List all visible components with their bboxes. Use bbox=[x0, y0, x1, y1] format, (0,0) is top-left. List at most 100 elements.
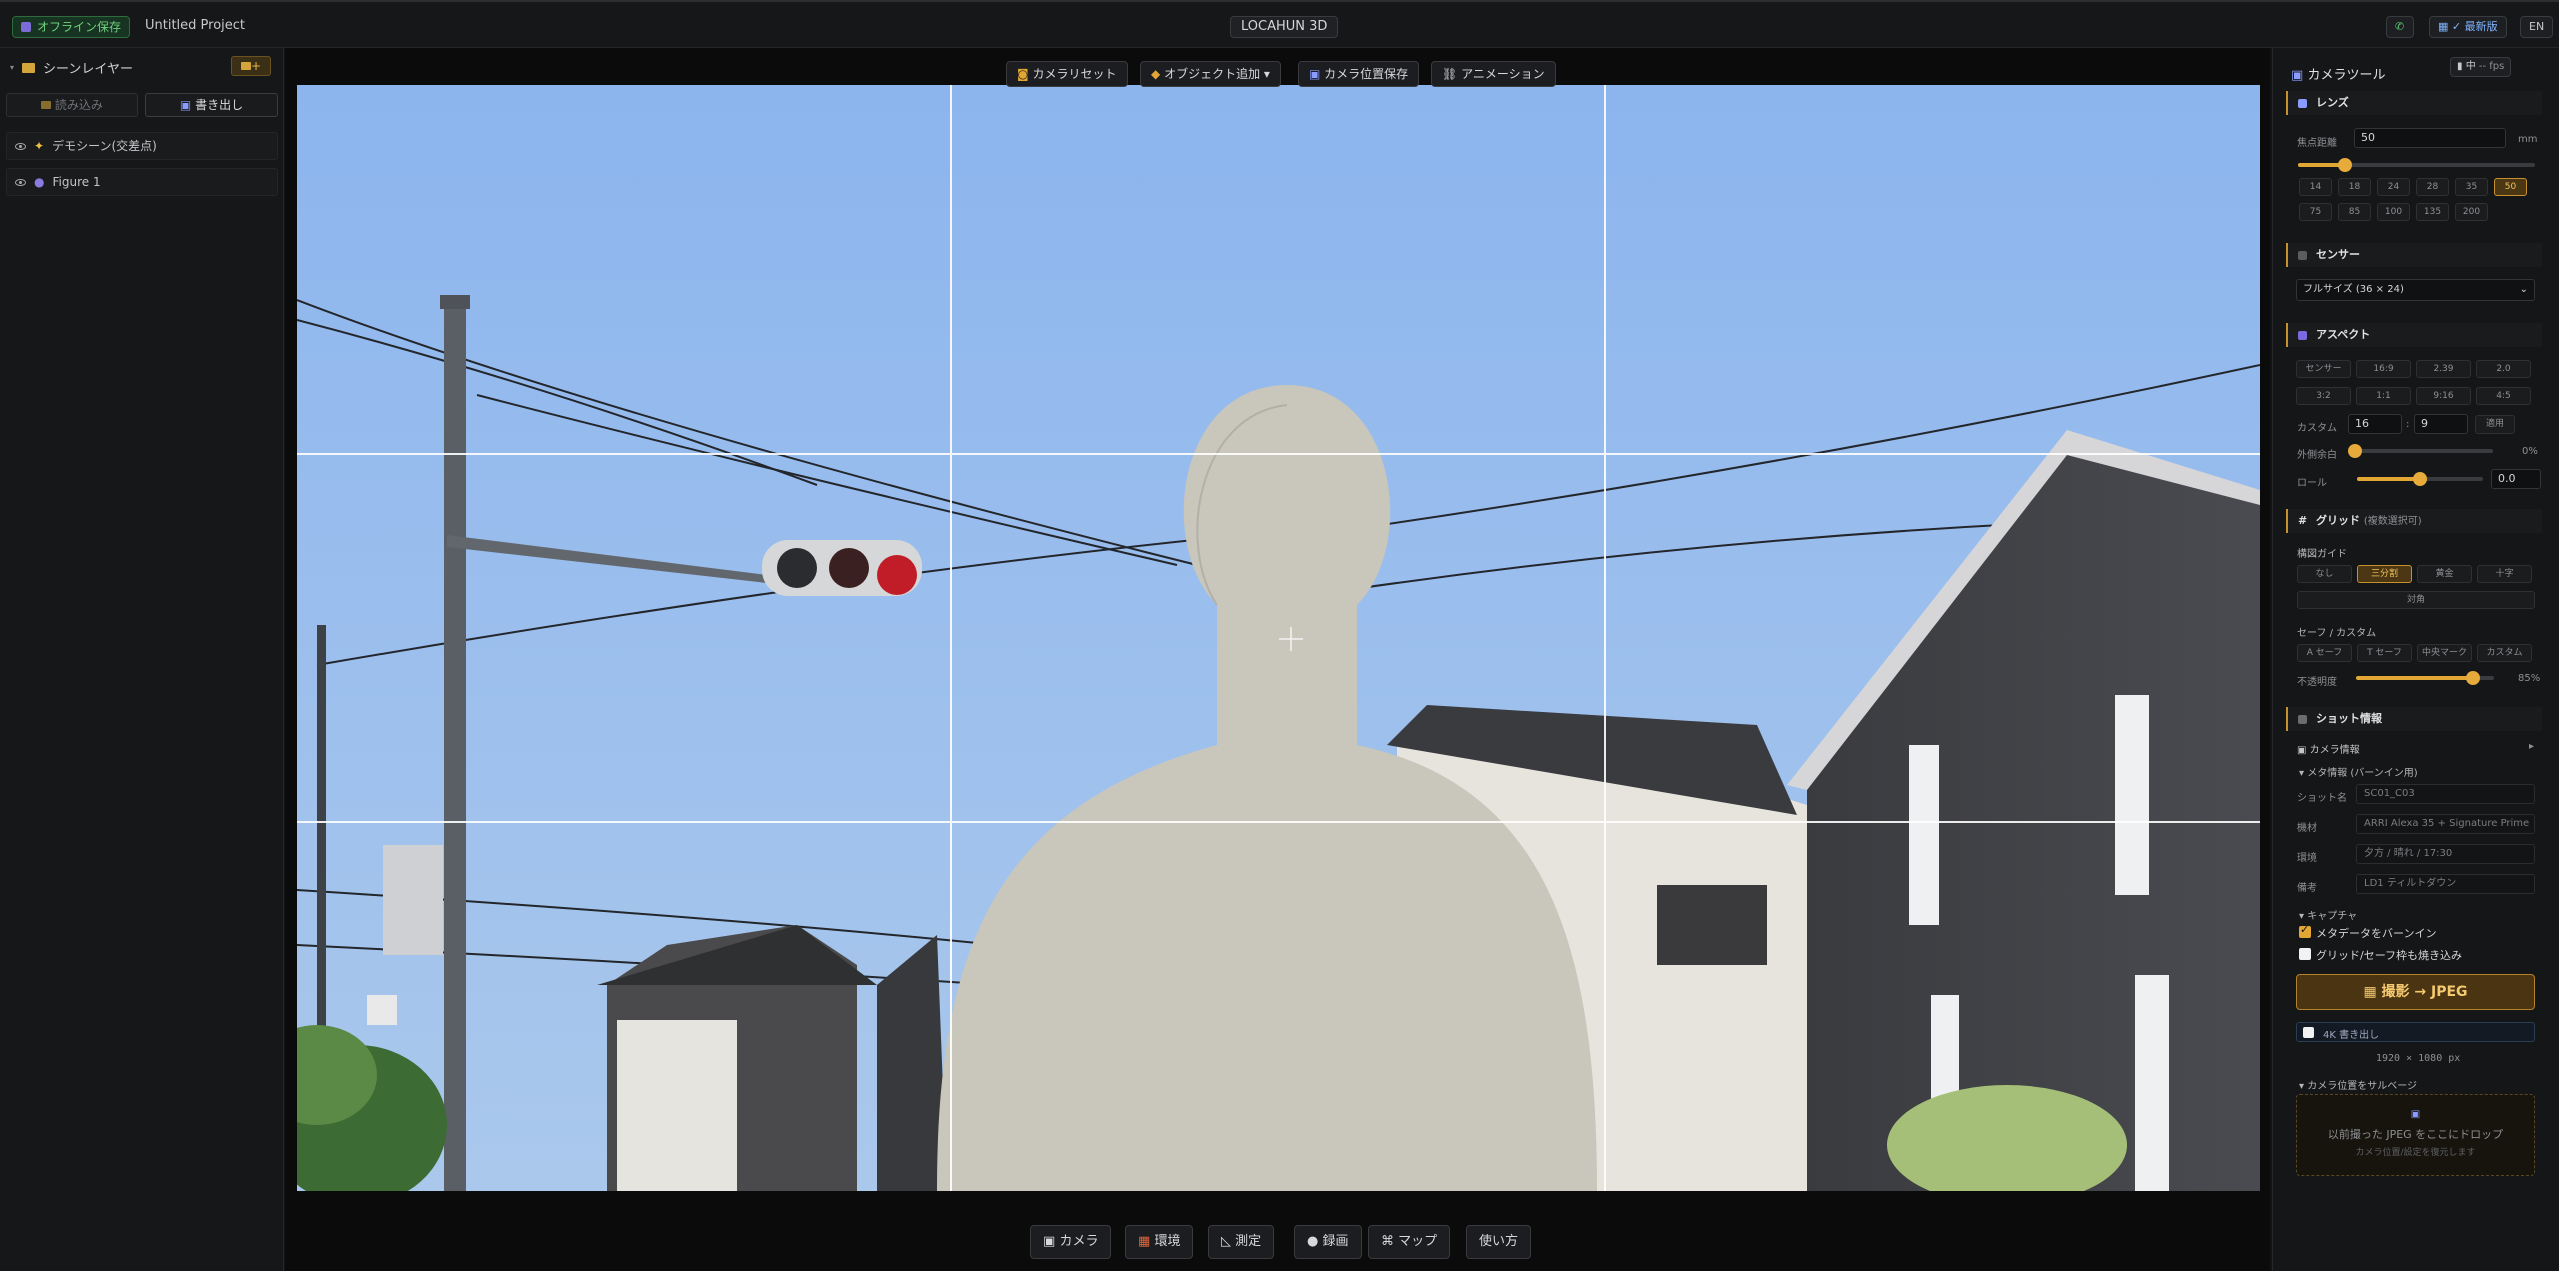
aspect-option-button[interactable]: 3:2 bbox=[2296, 387, 2351, 405]
focal-preset-button[interactable]: 75 bbox=[2299, 203, 2332, 221]
diagonal-guide-button[interactable]: 対角 bbox=[2297, 591, 2535, 609]
aspect-option-button[interactable]: 2.39 bbox=[2416, 360, 2471, 378]
aspect-option-button[interactable]: 4:5 bbox=[2476, 387, 2531, 405]
focal-preset-button[interactable]: 14 bbox=[2299, 178, 2332, 196]
environment-tab[interactable]: ▦ 環境 bbox=[1125, 1225, 1194, 1259]
aspect-section-header[interactable]: アスペクト bbox=[2286, 323, 2542, 347]
camera-tab[interactable]: ▣ カメラ bbox=[1030, 1225, 1112, 1259]
roll-input[interactable]: 0.0 bbox=[2491, 469, 2541, 489]
load-button[interactable]: 読み込み bbox=[6, 93, 138, 117]
roll-slider-knob[interactable] bbox=[2413, 472, 2427, 486]
camera-tools-title: ▣ カメラツール bbox=[2291, 64, 2385, 83]
export-4k-toggle[interactable]: 4K 書き出し bbox=[2296, 1022, 2535, 1042]
aspect-option-button[interactable]: 1:1 bbox=[2356, 387, 2411, 405]
load-label: 読み込み bbox=[54, 98, 103, 112]
project-name[interactable]: Untitled Project bbox=[145, 18, 245, 33]
camera-info-header[interactable]: ▣ カメラ情報 bbox=[2297, 741, 2360, 756]
scene-layers-header[interactable]: ▾ シーンレイヤー bbox=[10, 58, 133, 77]
eye-icon[interactable] bbox=[15, 178, 26, 186]
layer-item[interactable]: ✦ デモシーン(交差点) bbox=[6, 132, 278, 160]
map-tab[interactable]: ⌘ マップ bbox=[1368, 1225, 1451, 1259]
salvage-header[interactable]: ▾ カメラ位置をサルベージ bbox=[2299, 1077, 2417, 1092]
margin-slider[interactable] bbox=[2348, 444, 2493, 458]
camera-reset-button[interactable]: ◙ カメラリセット bbox=[1006, 61, 1128, 87]
apply-aspect-button[interactable]: 適用 bbox=[2475, 415, 2515, 434]
resolution-readout: 1920 × 1080 px bbox=[2376, 1053, 2461, 1064]
record-tab[interactable]: ● 録画 bbox=[1294, 1225, 1362, 1259]
focal-preset-button[interactable]: 35 bbox=[2455, 178, 2488, 196]
language-button[interactable]: EN bbox=[2520, 16, 2554, 38]
focal-preset-button[interactable]: 28 bbox=[2416, 178, 2449, 196]
chevron-down-icon: ⌄ bbox=[2519, 284, 2528, 295]
aspect-title: アスペクト bbox=[2316, 328, 2371, 341]
layer-item[interactable]: ● Figure 1 bbox=[6, 168, 278, 196]
shot-info-title: ショット情報 bbox=[2316, 712, 2382, 725]
performance-selector[interactable]: ▮ 中 -- fps bbox=[2450, 57, 2512, 77]
grid-section-header[interactable]: # グリッド (複数選択可) bbox=[2286, 509, 2542, 533]
jpeg-drop-zone[interactable]: ▣ 以前撮った JPEG をここにドロップ カメラ位置/設定を復元します bbox=[2296, 1094, 2535, 1176]
environment-icon: ▦ bbox=[1138, 1234, 1151, 1249]
focal-preset-button[interactable]: 135 bbox=[2416, 203, 2449, 221]
grid-guide-button[interactable]: 黄金 bbox=[2417, 565, 2472, 583]
add-object-button[interactable]: ◆ オブジェクト追加 ▾ bbox=[1140, 61, 1281, 87]
measure-tab[interactable]: ◺ 測定 bbox=[1208, 1225, 1275, 1259]
focal-length-slider[interactable] bbox=[2298, 158, 2535, 172]
eye-icon[interactable] bbox=[15, 142, 26, 150]
calendar-icon: ▦ bbox=[2438, 20, 2452, 33]
safe-option-button[interactable]: T セーフ bbox=[2357, 644, 2412, 662]
save-camera-button[interactable]: ▣ カメラ位置保存 bbox=[1298, 61, 1420, 87]
scene-render bbox=[297, 85, 2260, 1191]
focal-preset-button[interactable]: 18 bbox=[2338, 178, 2371, 196]
meta-field-input[interactable]: ARRI Alexa 35 + Signature Prime bbox=[2356, 814, 2535, 834]
custom-height-input[interactable]: 9 bbox=[2414, 414, 2468, 434]
sensor-section-header[interactable]: センサー bbox=[2286, 243, 2542, 267]
safe-option-button[interactable]: カスタム bbox=[2477, 644, 2532, 662]
safe-option-button[interactable]: 中央マーク bbox=[2417, 644, 2472, 662]
export-button[interactable]: ▣ 書き出し bbox=[145, 93, 278, 117]
chevron-right-icon[interactable]: ▸ bbox=[2529, 741, 2534, 752]
safe-option-button[interactable]: A セーフ bbox=[2297, 644, 2352, 662]
meta-field-input[interactable]: 夕方 / 晴れ / 17:30 bbox=[2356, 844, 2535, 864]
custom-width-input[interactable]: 16 bbox=[2348, 414, 2402, 434]
grid-burn-checkbox[interactable] bbox=[2299, 948, 2311, 960]
latest-version-button[interactable]: ▦ ✓ 最新版 bbox=[2429, 16, 2507, 38]
focal-length-input[interactable]: 50 bbox=[2354, 128, 2506, 148]
meta-info-header[interactable]: ▾ メタ情報 (バーンイン用) bbox=[2299, 764, 2418, 779]
focal-preset-button[interactable]: 85 bbox=[2338, 203, 2371, 221]
burnin-label: メタデータをバーンイン bbox=[2316, 927, 2437, 940]
grid-opacity-slider[interactable] bbox=[2356, 671, 2494, 685]
3d-viewport[interactable] bbox=[297, 85, 2260, 1191]
grid-guide-button[interactable]: なし bbox=[2297, 565, 2352, 583]
roll-slider[interactable] bbox=[2357, 472, 2483, 486]
help-tab[interactable]: 使い方 bbox=[1466, 1225, 1532, 1259]
aspect-option-button[interactable]: 9:16 bbox=[2416, 387, 2471, 405]
focal-preset-button[interactable]: 100 bbox=[2377, 203, 2410, 221]
aspect-option-button[interactable]: 2.0 bbox=[2476, 360, 2531, 378]
animation-button[interactable]: ⛓ アニメーション bbox=[1431, 61, 1556, 87]
capture-header[interactable]: ▾ キャプチャ bbox=[2299, 907, 2357, 922]
focal-preset-button[interactable]: 24 bbox=[2377, 178, 2410, 196]
grid-note: (複数選択可) bbox=[2363, 516, 2422, 527]
margin-slider-knob[interactable] bbox=[2348, 444, 2362, 458]
focal-preset-button[interactable]: 200 bbox=[2455, 203, 2488, 221]
add-layer-button[interactable]: + bbox=[231, 56, 271, 76]
lens-section-header[interactable]: レンズ bbox=[2286, 91, 2542, 115]
aspect-option-button[interactable]: センサー bbox=[2296, 360, 2351, 378]
meta-field-input[interactable]: LD1 ティルトダウン bbox=[2356, 874, 2535, 894]
meta-field-input[interactable]: SC01_C03 bbox=[2356, 784, 2535, 804]
grid-guide-button[interactable]: 十字 bbox=[2477, 565, 2532, 583]
phone-icon[interactable]: ✆ bbox=[2386, 16, 2414, 38]
sparkle-icon: ✦ bbox=[34, 139, 45, 153]
capture-jpeg-button[interactable]: ▦ 撮影 → JPEG bbox=[2296, 974, 2535, 1010]
sensor-title: センサー bbox=[2316, 248, 2360, 261]
sensor-select[interactable]: フルサイズ (36 × 24) ⌄ bbox=[2296, 279, 2535, 301]
offline-save-badge[interactable]: オフライン保存 bbox=[12, 16, 131, 38]
folder-icon bbox=[22, 62, 36, 73]
aspect-option-button[interactable]: 16:9 bbox=[2356, 360, 2411, 378]
export-4k-checkbox[interactable] bbox=[2303, 1027, 2314, 1038]
focal-preset-button[interactable]: 50 bbox=[2494, 178, 2527, 196]
grid-guide-button[interactable]: 三分割 bbox=[2357, 565, 2412, 583]
margin-value: 0% bbox=[2522, 446, 2538, 457]
shot-info-section-header[interactable]: ショット情報 bbox=[2286, 707, 2542, 731]
burnin-checkbox[interactable]: ✓ bbox=[2299, 923, 2311, 938]
